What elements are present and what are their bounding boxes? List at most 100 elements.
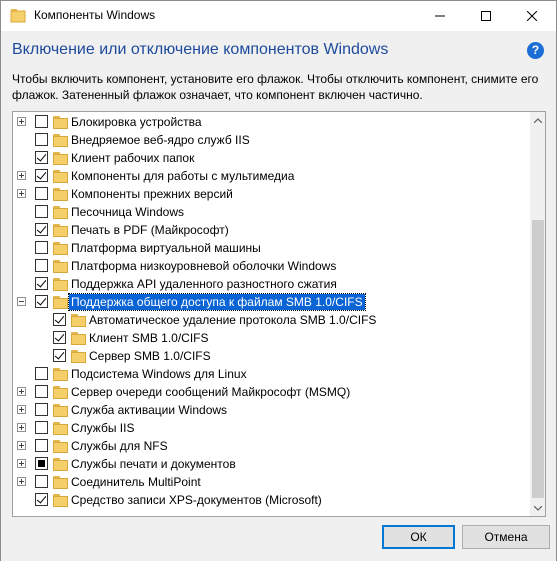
folder-icon bbox=[71, 349, 87, 363]
feature-checkbox[interactable] bbox=[53, 313, 66, 326]
feature-checkbox[interactable] bbox=[35, 421, 48, 434]
feature-checkbox[interactable] bbox=[53, 331, 66, 344]
scroll-up-arrow-icon[interactable] bbox=[530, 112, 545, 128]
folder-icon bbox=[53, 133, 69, 147]
feature-label: Внедряемое веб-ядро служб IIS bbox=[71, 133, 250, 147]
folder-icon bbox=[53, 421, 69, 435]
feature-checkbox[interactable] bbox=[35, 295, 48, 308]
maximize-icon bbox=[481, 11, 491, 21]
feature-label: Сервер SMB 1.0/CIFS bbox=[89, 349, 211, 363]
expand-icon[interactable] bbox=[17, 477, 26, 486]
feature-label: Песочница Windows bbox=[71, 205, 184, 219]
expand-icon[interactable] bbox=[17, 387, 26, 396]
feature-row[interactable]: Платформа низкоуровневой оболочки Window… bbox=[13, 257, 530, 275]
feature-row[interactable]: Автоматическое удаление протокола SMB 1.… bbox=[13, 311, 530, 329]
scrollbar-thumb[interactable] bbox=[532, 220, 544, 498]
feature-row[interactable]: Печать в PDF (Майкрософт) bbox=[13, 221, 530, 239]
feature-label: Сервер очереди сообщений Майкрософт (MSM… bbox=[71, 385, 351, 399]
feature-row[interactable]: Клиент SMB 1.0/CIFS bbox=[13, 329, 530, 347]
feature-checkbox[interactable] bbox=[35, 403, 48, 416]
feature-checkbox[interactable] bbox=[35, 493, 48, 506]
feature-checkbox[interactable] bbox=[35, 367, 48, 380]
feature-row[interactable]: Службы печати и документов bbox=[13, 455, 530, 473]
feature-row[interactable]: Подсистема Windows для Linux bbox=[13, 365, 530, 383]
feature-row[interactable]: Службы IIS bbox=[13, 419, 530, 437]
feature-checkbox[interactable] bbox=[35, 385, 48, 398]
dialog-content: Включение или отключение компонентов Win… bbox=[1, 31, 556, 561]
feature-checkbox[interactable] bbox=[35, 205, 48, 218]
feature-row[interactable]: Клиент рабочих папок bbox=[13, 149, 530, 167]
cancel-button[interactable]: Отмена bbox=[462, 525, 550, 549]
features-dialog: Компоненты Windows Включение или отключе… bbox=[0, 0, 557, 561]
feature-checkbox[interactable] bbox=[35, 169, 48, 182]
feature-checkbox[interactable] bbox=[35, 241, 48, 254]
feature-row[interactable]: Поддержка общего доступа к файлам SMB 1.… bbox=[13, 293, 530, 311]
dialog-heading: Включение или отключение компонентов Win… bbox=[12, 41, 389, 58]
feature-row[interactable]: Сервер SMB 1.0/CIFS bbox=[13, 347, 530, 365]
collapse-icon[interactable] bbox=[17, 297, 26, 306]
maximize-button[interactable] bbox=[463, 1, 509, 31]
expand-icon[interactable] bbox=[17, 441, 26, 450]
feature-checkbox[interactable] bbox=[35, 151, 48, 164]
folder-icon bbox=[53, 241, 69, 255]
scroll-down-arrow-icon[interactable] bbox=[530, 500, 545, 516]
feature-row[interactable]: Блокировка устройства bbox=[13, 113, 530, 131]
feature-row[interactable]: Соединитель MultiPoint bbox=[13, 473, 530, 491]
folder-icon bbox=[53, 385, 69, 399]
features-list: Блокировка устройства Внедряемое веб-ядро… bbox=[13, 113, 530, 509]
feature-label: Соединитель MultiPoint bbox=[71, 475, 201, 489]
folder-icon bbox=[53, 187, 69, 201]
feature-row[interactable]: Песочница Windows bbox=[13, 203, 530, 221]
expand-icon[interactable] bbox=[17, 189, 26, 198]
minimize-icon bbox=[435, 15, 445, 17]
folder-icon bbox=[53, 439, 69, 453]
feature-checkbox[interactable] bbox=[35, 133, 48, 146]
folder-icon bbox=[71, 331, 87, 345]
feature-row[interactable]: Компоненты для работы с мультимедиа bbox=[13, 167, 530, 185]
folder-icon bbox=[53, 493, 69, 507]
feature-label: Поддержка общего доступа к файлам SMB 1.… bbox=[68, 293, 366, 311]
close-icon bbox=[527, 11, 537, 21]
expand-icon[interactable] bbox=[17, 459, 26, 468]
feature-checkbox[interactable] bbox=[35, 259, 48, 272]
expand-icon[interactable] bbox=[17, 423, 26, 432]
minimize-button[interactable] bbox=[417, 1, 463, 31]
feature-label: Автоматическое удаление протокола SMB 1.… bbox=[89, 313, 377, 327]
feature-label: Компоненты для работы с мультимедиа bbox=[71, 169, 295, 183]
feature-row[interactable]: Службы для NFS bbox=[13, 437, 530, 455]
feature-checkbox[interactable] bbox=[35, 277, 48, 290]
feature-label: Компоненты прежних версий bbox=[71, 187, 233, 201]
folder-icon bbox=[53, 457, 69, 471]
folder-icon bbox=[53, 259, 69, 273]
feature-checkbox[interactable] bbox=[35, 223, 48, 236]
feature-row[interactable]: Платформа виртуальной машины bbox=[13, 239, 530, 257]
feature-label: Средство записи XPS-документов (Microsof… bbox=[71, 493, 322, 507]
folder-icon bbox=[53, 205, 69, 219]
title-bar[interactable]: Компоненты Windows bbox=[1, 1, 556, 31]
windows-features-icon bbox=[10, 8, 26, 24]
feature-checkbox[interactable] bbox=[53, 349, 66, 362]
feature-checkbox[interactable] bbox=[35, 439, 48, 452]
question-icon[interactable]: ? bbox=[527, 42, 544, 59]
expand-icon[interactable] bbox=[17, 405, 26, 414]
feature-row[interactable]: Компоненты прежних версий bbox=[13, 185, 530, 203]
feature-row[interactable]: Сервер очереди сообщений Майкрософт (MSM… bbox=[13, 383, 530, 401]
vertical-scrollbar[interactable] bbox=[530, 112, 545, 516]
feature-row[interactable]: Средство записи XPS-документов (Microsof… bbox=[13, 491, 530, 509]
feature-label: Службы печати и документов bbox=[71, 457, 236, 471]
dialog-description: Чтобы включить компонент, установите его… bbox=[12, 72, 539, 102]
feature-row[interactable]: Служба активации Windows bbox=[13, 401, 530, 419]
feature-row[interactable]: Поддержка API удаленного разностного сжа… bbox=[13, 275, 530, 293]
ok-button[interactable]: ОК bbox=[382, 525, 455, 549]
close-button[interactable] bbox=[509, 1, 555, 31]
feature-row[interactable]: Внедряемое веб-ядро служб IIS bbox=[13, 131, 530, 149]
feature-label: Блокировка устройства bbox=[71, 115, 202, 129]
window-title: Компоненты Windows bbox=[34, 8, 156, 22]
feature-checkbox[interactable] bbox=[35, 187, 48, 200]
feature-checkbox[interactable] bbox=[35, 115, 48, 128]
feature-label: Платформа виртуальной машины bbox=[71, 241, 261, 255]
feature-checkbox[interactable] bbox=[35, 475, 48, 488]
expand-icon[interactable] bbox=[17, 171, 26, 180]
feature-checkbox[interactable] bbox=[35, 457, 48, 470]
expand-icon[interactable] bbox=[17, 117, 26, 126]
